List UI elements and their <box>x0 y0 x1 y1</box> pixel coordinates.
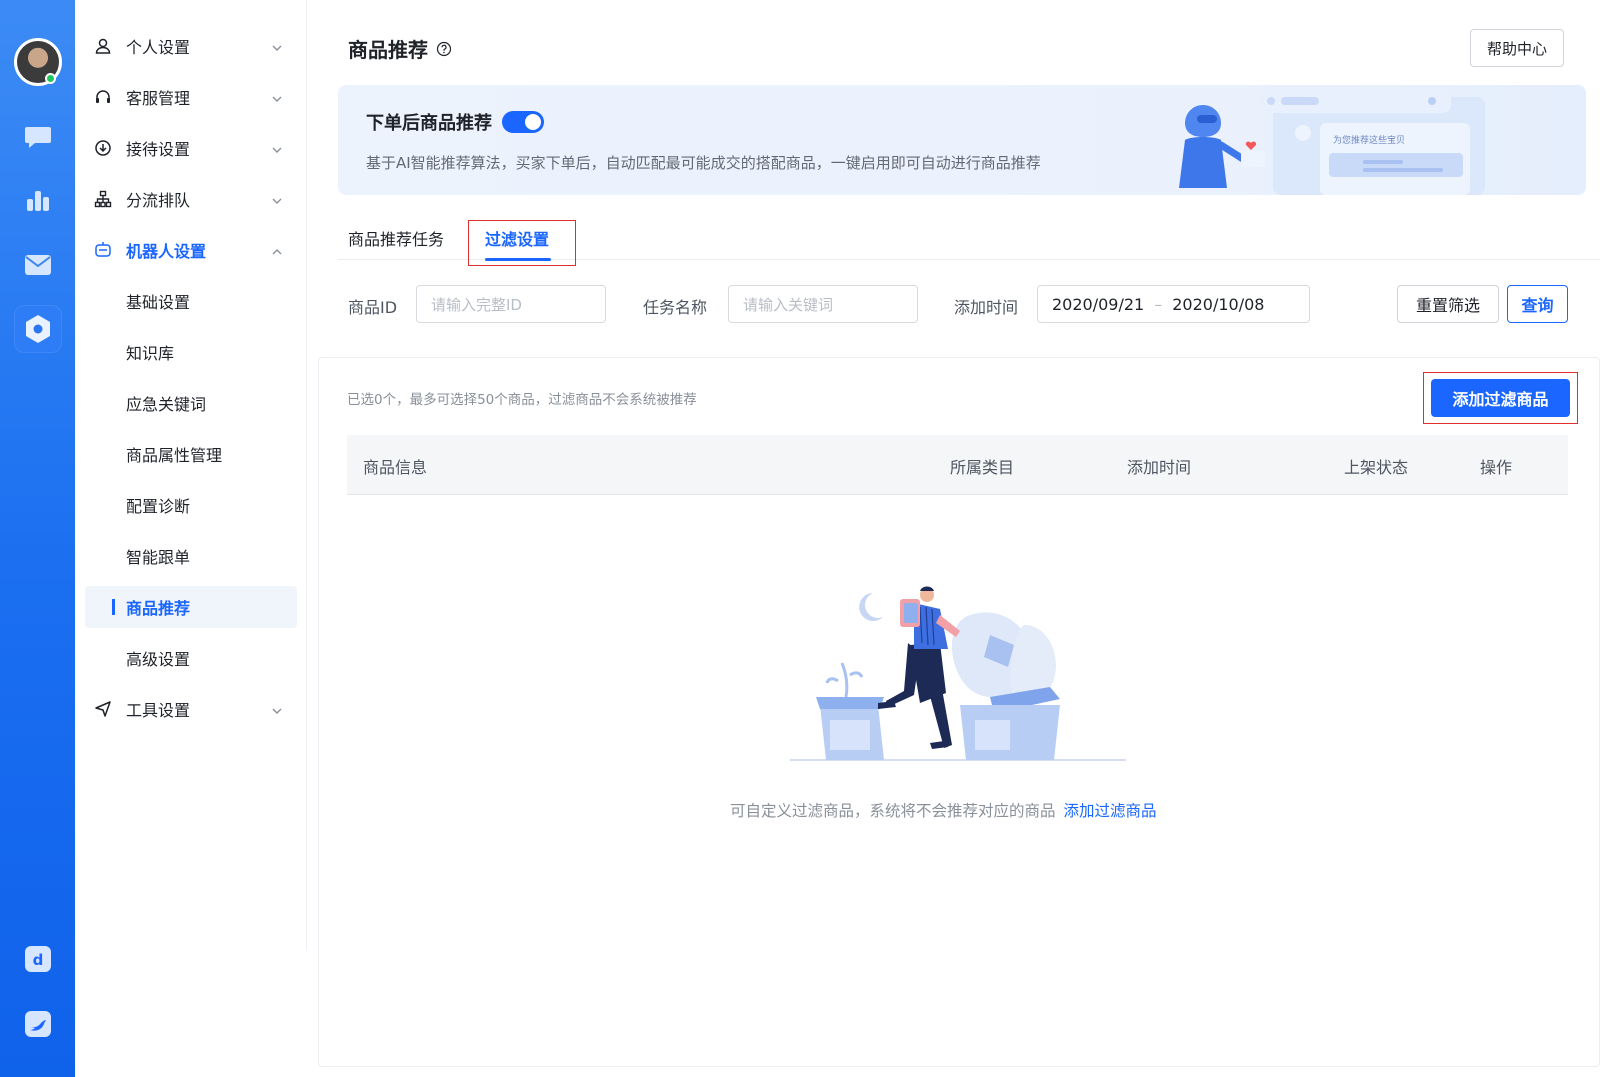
headset-icon <box>93 87 113 107</box>
chevron-up-icon <box>271 243 283 262</box>
sidebar-item-label: 智能跟单 <box>126 548 191 567</box>
column-actions: 操作 <box>1480 458 1513 477</box>
bird-icon[interactable] <box>14 1000 62 1048</box>
question-circle-icon[interactable] <box>436 41 452 57</box>
chevron-down-icon <box>271 702 283 721</box>
feature-banner: 下单后商品推荐 基于AI智能推荐算法，买家下单后，自动匹配最可能成交的搭配商品，… <box>338 85 1586 195</box>
query-button[interactable]: 查询 <box>1507 285 1568 323</box>
online-status-dot <box>45 73 56 84</box>
active-indicator <box>112 599 115 615</box>
sidebar-item-label: 知识库 <box>126 344 175 363</box>
sidebar-subitem-follow-up[interactable]: 智能跟单 <box>85 535 297 577</box>
chat-icon[interactable] <box>14 112 62 160</box>
sidebar-subitem-knowledge[interactable]: 知识库 <box>85 331 297 373</box>
recommend-toggle[interactable] <box>502 111 544 133</box>
sidebar-item-personal[interactable]: 个人设置 <box>85 25 297 67</box>
banner-description: 基于AI智能推荐算法，买家下单后，自动匹配最可能成交的搭配商品，一键启用即可自动… <box>366 154 1041 172</box>
help-center-button[interactable]: 帮助中心 <box>1470 29 1564 67</box>
sidebar-item-tools[interactable]: 工具设置 <box>85 688 297 730</box>
sidebar-item-label: 应急关键词 <box>126 395 207 414</box>
sidebar-subitem-emergency-keywords[interactable]: 应急关键词 <box>85 382 297 424</box>
sidebar-subitem-advanced[interactable]: 高级设置 <box>85 637 297 679</box>
tab-recommend-tasks[interactable]: 商品推荐任务 <box>348 226 444 250</box>
settings-sidebar: 个人设置 客服管理 接待设置 分流排队 机器人设置 基础设置 知识库 应急关键词… <box>75 0 307 950</box>
empty-state-illustration <box>790 586 1126 761</box>
sidebar-item-label: 客服管理 <box>126 89 191 108</box>
sidebar-subitem-basic[interactable]: 基础设置 <box>85 280 297 322</box>
date-range-picker[interactable]: 2020/09/21 – 2020/10/08 <box>1037 285 1310 323</box>
product-id-input[interactable]: 请输入完整ID <box>416 285 606 323</box>
settings-hex-icon[interactable] <box>14 305 62 353</box>
column-category: 所属类目 <box>950 458 1015 477</box>
sidebar-item-label: 配置诊断 <box>126 497 191 516</box>
reset-filter-button[interactable]: 重置筛选 <box>1397 285 1499 323</box>
robot-icon <box>93 240 113 260</box>
sidebar-item-robot[interactable]: 机器人设置 <box>85 229 297 271</box>
sidebar-item-label: 个人设置 <box>126 38 191 57</box>
add-time-label: 添加时间 <box>954 298 1019 317</box>
sidebar-item-label: 分流排队 <box>126 191 191 210</box>
org-tree-icon <box>93 189 113 209</box>
sidebar-item-label: 商品推荐 <box>126 599 191 618</box>
chevron-down-icon <box>271 39 283 58</box>
app-rail: d <box>0 0 75 1077</box>
empty-state-text: 可自定义过滤商品，系统将不会推荐对应的商品 添加过滤商品 <box>730 799 1157 821</box>
sidebar-item-label: 机器人设置 <box>126 242 207 261</box>
robot-illustration: 为您推荐这些宝贝 <box>1179 89 1485 195</box>
highlight-box-tab <box>468 220 576 266</box>
sidebar-item-service[interactable]: 客服管理 <box>85 76 297 118</box>
app-icon[interactable]: d <box>14 935 62 983</box>
svg-text:d: d <box>33 951 44 969</box>
sidebar-item-reception[interactable]: 接待设置 <box>85 127 297 169</box>
sidebar-subitem-diagnosis[interactable]: 配置诊断 <box>85 484 297 526</box>
user-icon <box>93 36 113 56</box>
download-circle-icon <box>93 138 113 158</box>
table-header: 商品信息 所属类目 添加时间 上架状态 操作 <box>347 435 1568 495</box>
chevron-down-icon <box>271 192 283 211</box>
sidebar-item-label: 高级设置 <box>126 650 191 669</box>
recommend-bubble-text: 为您推荐这些宝贝 <box>1333 134 1405 146</box>
page-title-text: 商品推荐 <box>348 38 428 62</box>
selection-hint: 已选0个，最多可选择50个商品，过滤商品不会系统被推荐 <box>347 392 697 408</box>
banner-title-text: 下单后商品推荐 <box>366 113 492 134</box>
chevron-down-icon <box>271 90 283 109</box>
sidebar-item-label: 基础设置 <box>126 293 191 312</box>
task-name-input[interactable]: 请输入关键词 <box>728 285 918 323</box>
column-product-info: 商品信息 <box>363 458 428 477</box>
sidebar-item-queue[interactable]: 分流排队 <box>85 178 297 220</box>
task-name-label: 任务名称 <box>643 298 708 317</box>
send-icon <box>93 699 113 719</box>
sidebar-subitem-attributes[interactable]: 商品属性管理 <box>85 433 297 475</box>
sidebar-item-label: 商品属性管理 <box>126 446 223 465</box>
chevron-down-icon <box>271 141 283 160</box>
sidebar-item-label: 接待设置 <box>126 140 191 159</box>
sidebar-subitem-recommend[interactable]: 商品推荐 <box>85 586 297 628</box>
sidebar-item-label: 工具设置 <box>126 701 191 720</box>
date-separator: – <box>1154 294 1163 314</box>
column-listing-status: 上架状态 <box>1344 458 1409 477</box>
banner-title: 下单后商品推荐 <box>366 109 544 135</box>
highlight-box-add-button <box>1423 372 1578 424</box>
empty-state-add-link[interactable]: 添加过滤商品 <box>1064 802 1157 820</box>
date-start: 2020/09/21 <box>1052 294 1145 314</box>
product-id-label: 商品ID <box>348 298 398 317</box>
column-add-time: 添加时间 <box>1127 458 1192 477</box>
page-title: 商品推荐 <box>348 34 452 63</box>
empty-state-message: 可自定义过滤商品，系统将不会推荐对应的商品 <box>730 802 1056 820</box>
chart-icon[interactable] <box>14 176 62 224</box>
mail-icon[interactable] <box>14 241 62 289</box>
date-end: 2020/10/08 <box>1172 294 1265 314</box>
